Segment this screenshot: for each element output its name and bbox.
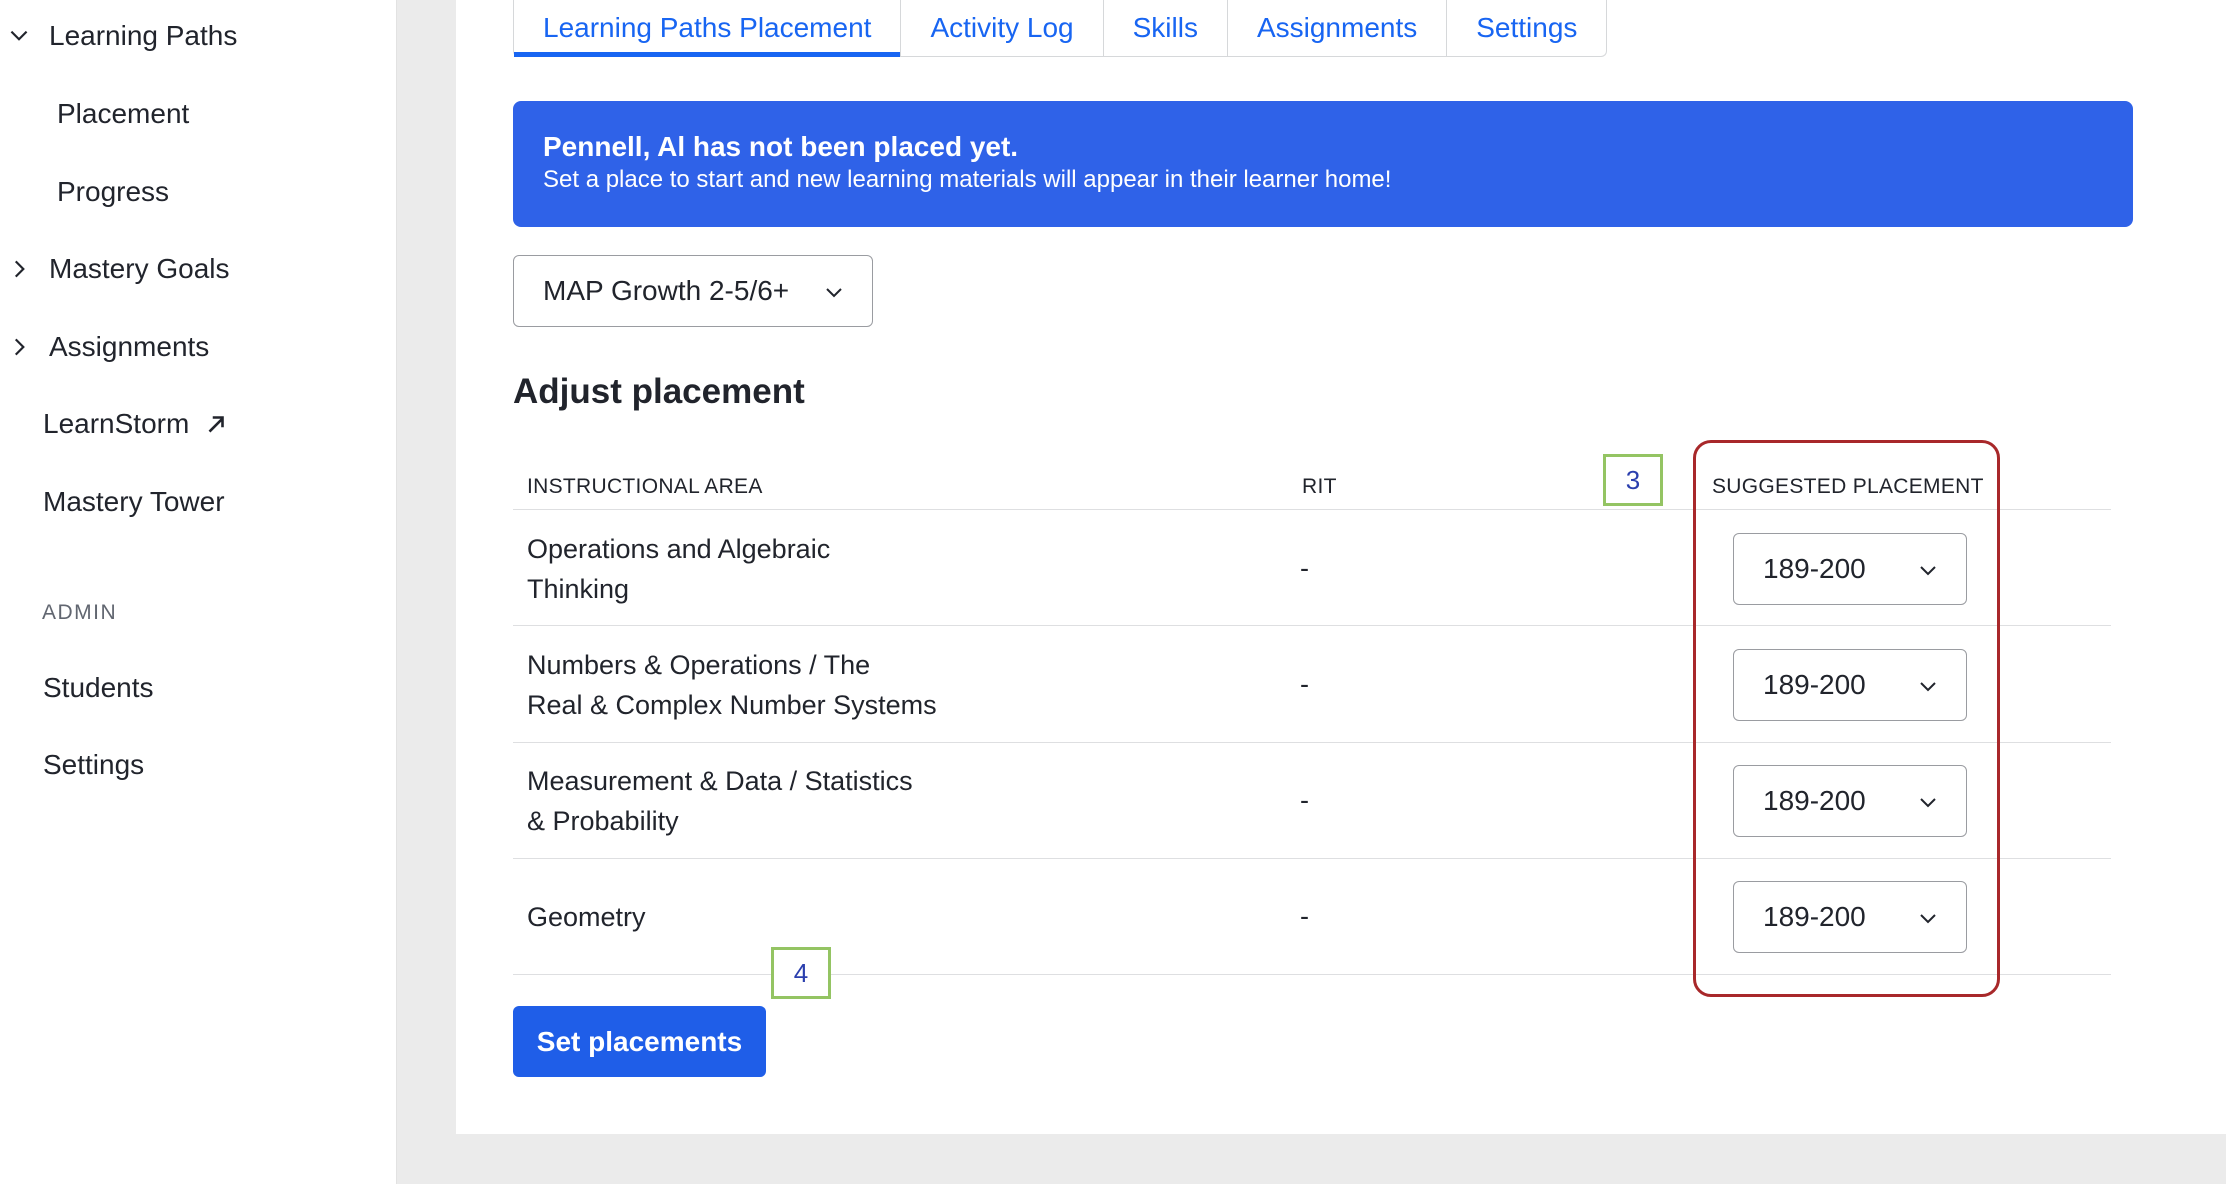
step-marker-3: 3 [1603, 454, 1663, 506]
sidebar-item-learnstorm[interactable]: LearnStorm [43, 408, 229, 440]
chevron-down-icon [1920, 566, 1936, 576]
tab-skills[interactable]: Skills [1104, 0, 1228, 56]
step-marker-4: 4 [771, 947, 831, 999]
sidebar-item-progress[interactable]: Progress [57, 176, 169, 208]
table-divider [513, 625, 2111, 626]
tab-activity-log[interactable]: Activity Log [901, 0, 1104, 56]
tab-settings[interactable]: Settings [1447, 0, 1606, 56]
sidebar-item-students[interactable]: Students [43, 672, 154, 704]
placement-select-value: 189-200 [1763, 901, 1866, 932]
area-line: Thinking [527, 574, 630, 604]
table-row-area: Operations and Algebraic Thinking [527, 529, 830, 609]
area-line: Measurement & Data / Statistics [527, 766, 913, 796]
sidebar-item-label: Placement [57, 98, 190, 129]
area-line: Numbers & Operations / The [527, 650, 871, 680]
column-header-instructional-area: INSTRUCTIONAL AREA [527, 475, 763, 498]
chevron-down-icon [10, 30, 28, 41]
sidebar-item-label: Mastery Tower [43, 486, 225, 517]
page-heading: Adjust placement [513, 372, 805, 411]
sidebar-item-placement[interactable]: Placement [57, 98, 189, 130]
assessment-dropdown-value: MAP Growth 2-5/6+ [543, 275, 790, 306]
table-row-rit: - [1300, 669, 1309, 699]
assessment-dropdown[interactable]: MAP Growth 2-5/6+ [513, 255, 873, 327]
sidebar-item-label: Mastery Goals [49, 253, 230, 284]
chevron-down-icon [1920, 798, 1936, 808]
table-divider [513, 509, 2111, 510]
column-header-suggested-placement: SUGGESTED PLACEMENT [1712, 475, 1984, 498]
table-divider [513, 974, 2111, 975]
placement-select-value: 189-200 [1763, 669, 1866, 700]
chevron-down-icon [1920, 682, 1936, 692]
area-line: Real & Complex Number Systems [527, 690, 937, 720]
sidebar-item-label: Settings [43, 749, 145, 780]
table-row-rit: - [1300, 553, 1309, 583]
tab-assignments[interactable]: Assignments [1228, 0, 1448, 56]
sidebar-item-assignments[interactable]: Assignments [6, 331, 209, 363]
table-row-rit: - [1300, 901, 1309, 931]
sidebar-item-label: Students [43, 672, 154, 703]
tab-bar: Learning Paths Placement Activity Log Sk… [513, 0, 1608, 57]
sidebar-item-mastery-goals[interactable]: Mastery Goals [6, 253, 230, 285]
sidebar-item-label: LearnStorm [43, 408, 190, 439]
sidebar-section-admin: ADMIN [42, 601, 118, 624]
placement-select-value: 189-200 [1763, 785, 1866, 816]
area-line: & Probability [527, 806, 679, 836]
placement-select[interactable]: 189-200 [1733, 649, 1967, 721]
banner-body: Set a place to start and new learning ma… [543, 166, 1392, 193]
sidebar-item-label: Assignments [49, 331, 210, 362]
chevron-down-icon [1920, 914, 1936, 924]
table-row-area: Geometry [527, 897, 646, 937]
chevron-right-icon [14, 338, 25, 356]
placement-select[interactable]: 189-200 [1733, 881, 1967, 953]
tab-learning-paths-placement[interactable]: Learning Paths Placement [514, 0, 902, 57]
column-header-rit: RIT [1302, 475, 1337, 498]
table-row-rit: - [1300, 785, 1309, 815]
sidebar: Learning Paths Placement Progress Master… [0, 0, 397, 1184]
table-row-area: Numbers & Operations / The Real & Comple… [527, 645, 937, 725]
table-divider [513, 858, 2111, 859]
table-row-area: Measurement & Data / Statistics & Probab… [527, 761, 913, 841]
table-divider [513, 742, 2111, 743]
placement-select[interactable]: 189-200 [1733, 533, 1967, 605]
set-placements-button[interactable]: Set placements [513, 1006, 766, 1077]
external-link-icon [208, 416, 225, 433]
placement-select-value: 189-200 [1763, 553, 1866, 584]
area-line: Geometry [527, 902, 646, 932]
sidebar-item-label: Learning Paths [49, 20, 238, 51]
area-line: Operations and Algebraic [527, 534, 831, 564]
sidebar-item-learning-paths[interactable]: Learning Paths [6, 20, 237, 52]
placement-select[interactable]: 189-200 [1733, 765, 1967, 837]
sidebar-item-settings[interactable]: Settings [43, 749, 144, 781]
not-placed-banner: Pennell, Al has not been placed yet. Set… [513, 101, 2133, 227]
banner-title: Pennell, Al has not been placed yet. [543, 131, 1019, 162]
sidebar-item-label: Progress [57, 176, 170, 207]
sidebar-item-mastery-tower[interactable]: Mastery Tower [43, 486, 225, 518]
chevron-down-icon [826, 288, 842, 298]
chevron-right-icon [14, 260, 25, 278]
